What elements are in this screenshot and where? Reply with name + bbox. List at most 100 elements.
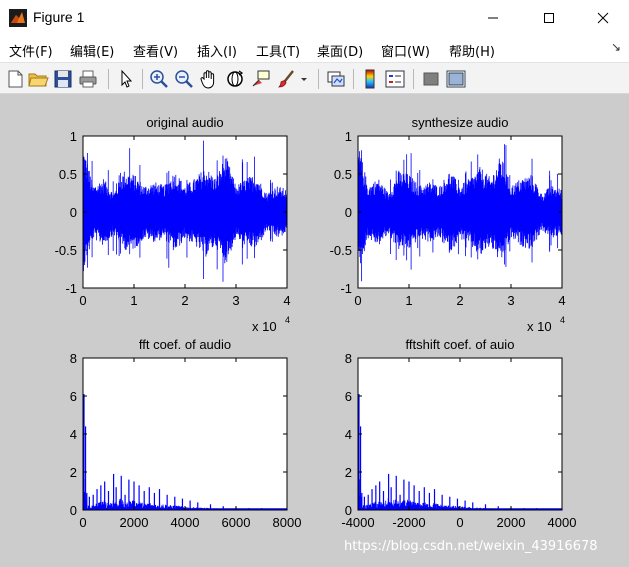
pan-hand-icon [200,70,215,89]
x-tick-label: 1 [405,293,412,308]
dock-arrow-icon[interactable]: ↘ [611,40,621,54]
x-tick-label: 0 [79,293,86,308]
x-tick-label: 6000 [222,515,251,530]
print-button[interactable] [77,68,99,90]
menu-edit[interactable]: 编辑(E) [70,41,114,60]
window-titlebar: Figure 1 [0,0,629,36]
y-tick-label: 0 [70,503,77,518]
maximize-icon [544,13,554,23]
matlab-figure-icon [9,9,27,27]
save-button[interactable] [52,68,74,90]
menu-desktop[interactable]: 桌面(D) [317,41,363,60]
zoom-out-icon [175,70,193,88]
close-button[interactable] [580,0,626,36]
menubar: 文件(F) 编辑(E) 查看(V) 插入(I) 工具(T) 桌面(D) 窗口(W… [0,36,629,62]
figure-canvas[interactable]: 0 1 2 3 4 -1 -0.5 0 0.5 1 original audio x 10 4 0 1 2 3 4… [0,94,629,567]
y-tick-label: 0.5 [59,167,77,182]
show-plot-tools-button[interactable] [445,68,467,90]
y-tick-label: 2 [70,465,77,480]
axes-1: 0 1 2 3 4 -1 -0.5 0 0.5 1 original audio x 10 4 [55,115,291,334]
legend-button[interactable] [384,68,406,90]
x-exponent-label: x 10 [252,319,277,334]
link-plot-icon [327,71,345,87]
figure-toolbar [0,62,629,94]
x-tick-label: 2000 [120,515,149,530]
y-tick-label: 0.5 [334,167,352,182]
axes-2: 0 1 2 3 4 -1 -0.5 0 0.5 1 synthesize audio x 10 4 [330,115,566,334]
y-tick-label: 6 [70,389,77,404]
y-tick-label: 8 [70,351,77,366]
zoom-in-button[interactable] [148,68,170,90]
axes-3: 0 2000 4000 6000 8000 0 2 4 6 8 fft coef. of audio [70,337,302,530]
x-tick-label: 0 [354,293,361,308]
menu-file[interactable]: 文件(F) [9,41,53,60]
data-cursor-icon [252,70,270,87]
pan-button[interactable] [198,68,220,90]
colorbar-button[interactable] [359,68,381,90]
y-tick-label: 0 [345,205,352,220]
link-plot-button[interactable] [325,68,347,90]
menu-view[interactable]: 查看(V) [133,41,178,60]
y-tick-label: -0.5 [330,243,352,258]
pointer-icon [121,69,133,88]
brush-dropdown-icon [301,78,307,81]
y-tick-label: 2 [345,465,352,480]
x-tick-label: 8000 [273,515,302,530]
legend-icon [385,70,405,88]
brush-dropdown-button[interactable] [299,68,309,90]
x-exponent-power: 4 [285,315,290,325]
open-file-button[interactable] [27,68,49,90]
zoom-in-icon [150,70,168,88]
y-tick-label: 0 [70,205,77,220]
x-exponent-power: 4 [560,315,565,325]
x-tick-label: 2000 [497,515,526,530]
hide-plot-tools-icon [423,72,439,86]
save-icon [54,70,72,88]
menu-help[interactable]: 帮助(H) [449,41,495,60]
axes-title: fftshift coef. of auio [406,337,515,352]
y-tick-label: -1 [65,281,77,296]
hide-plot-tools-button[interactable] [420,68,442,90]
pointer-button[interactable] [115,68,137,90]
x-tick-label: -2000 [392,515,425,530]
open-file-icon [28,73,49,87]
window-title: Figure 1 [33,9,85,25]
menu-insert[interactable]: 插入(I) [197,41,237,60]
y-tick-label: -1 [340,281,352,296]
toolbar-separator [318,69,319,89]
close-icon [597,12,609,24]
rotate-3d-button[interactable] [224,68,246,90]
y-tick-label: 1 [345,129,352,144]
y-tick-label: 1 [70,129,77,144]
figure-plots: 0 1 2 3 4 -1 -0.5 0 0.5 1 original audio x 10 4 0 1 2 3 4… [55,115,577,530]
toolbar-separator [108,69,109,89]
axes-title: fft coef. of audio [139,337,231,352]
rotate-3d-icon [227,70,244,87]
y-tick-label: -0.5 [55,243,77,258]
brush-button[interactable] [276,68,298,90]
x-tick-label: 0 [456,515,463,530]
zoom-out-button[interactable] [173,68,195,90]
menu-window[interactable]: 窗口(W) [381,41,430,60]
minimize-button[interactable] [470,0,516,36]
axes-title: original audio [146,115,223,130]
toolbar-separator [353,69,354,89]
colorbar-icon [365,69,375,89]
x-tick-label: 0 [79,515,86,530]
y-tick-label: 8 [345,351,352,366]
print-icon [79,70,97,88]
new-figure-icon [8,70,23,88]
menu-tools[interactable]: 工具(T) [256,41,300,60]
data-cursor-button[interactable] [250,68,272,90]
x-tick-label: 3 [232,293,239,308]
minimize-icon [488,17,498,19]
axes-title: synthesize audio [412,115,509,130]
maximize-button[interactable] [526,0,572,36]
y-tick-label: 0 [345,503,352,518]
axes-4: -4000 -2000 0 2000 400002468fftshift coef. o… [341,337,576,530]
x-exponent-label: x 10 [527,319,552,334]
new-figure-button[interactable] [4,68,26,90]
x-tick-label: 3 [507,293,514,308]
toolbar-separator [142,69,143,89]
y-tick-label: 6 [345,389,352,404]
